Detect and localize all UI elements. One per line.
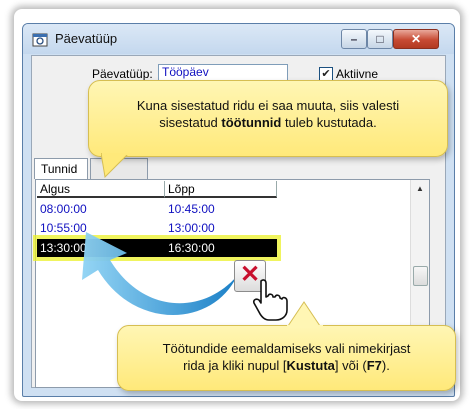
maximize-button[interactable]: □ [367,29,393,49]
app-icon [32,33,48,47]
callout-top-line1: Kuna sisestatud ridu ei saa muuta, siis … [136,98,400,113]
curved-arrow-icon [82,232,237,316]
callout-top-line2: sisestatud töötunnid tuleb kustutada. [159,115,377,130]
callout-top-pointer [101,153,131,179]
cell-start: 08:00:00 [40,202,87,216]
tab-tunnid[interactable]: Tunnid [34,158,88,179]
title-bar: Päevatüüp – □ ✕ [23,24,454,54]
column-header-start[interactable]: Algus [37,181,165,198]
minimize-button[interactable]: – [341,29,367,49]
callout-bottom-line2: rida ja kliki nupul [Kustuta] või (F7). [183,358,390,373]
scroll-thumb[interactable] [413,266,428,286]
callout-bottom-pointer [287,301,323,328]
day-type-label: Päevatüüp: [92,67,153,81]
active-checkbox[interactable]: ✔ [319,67,333,81]
callout-bottom: Töötundide eemaldamiseks vali nimekirjas… [117,301,456,391]
hand-cursor-icon [253,279,288,321]
scroll-up-icon[interactable]: ▲ [411,184,429,193]
window-title: Päevatüüp [55,31,118,46]
cell-end: 10:45:00 [168,202,215,216]
callout-top: Kuna sisestatud ridu ei saa muuta, siis … [88,80,448,179]
active-checkbox-label: Aktiivne [336,67,379,81]
day-type-input[interactable] [158,64,288,81]
column-header-end[interactable]: Lõpp [165,181,277,198]
maximize-icon: □ [376,32,384,46]
minimize-icon: – [350,32,358,46]
table-row[interactable]: 08:00:00 10:45:00 [37,200,277,218]
close-icon: ✕ [410,32,422,46]
callout-bottom-line1: Töötundide eemaldamiseks vali nimekirjas… [162,341,411,356]
close-button[interactable]: ✕ [393,29,439,49]
